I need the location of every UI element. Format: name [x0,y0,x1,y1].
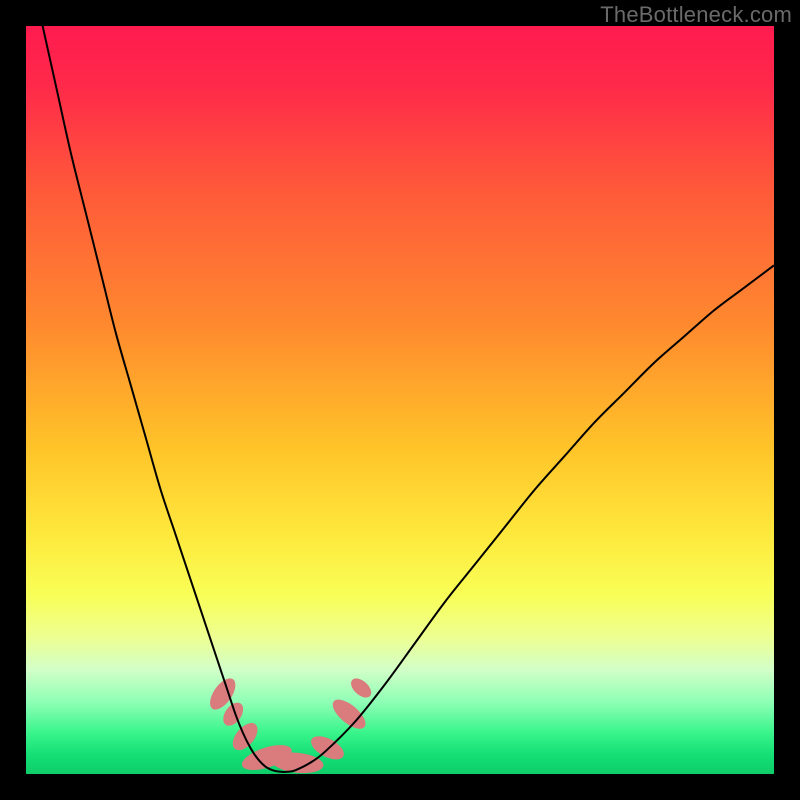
gradient-background [26,26,774,774]
plot-area [26,26,774,774]
watermark-text: TheBottleneck.com [600,2,792,28]
